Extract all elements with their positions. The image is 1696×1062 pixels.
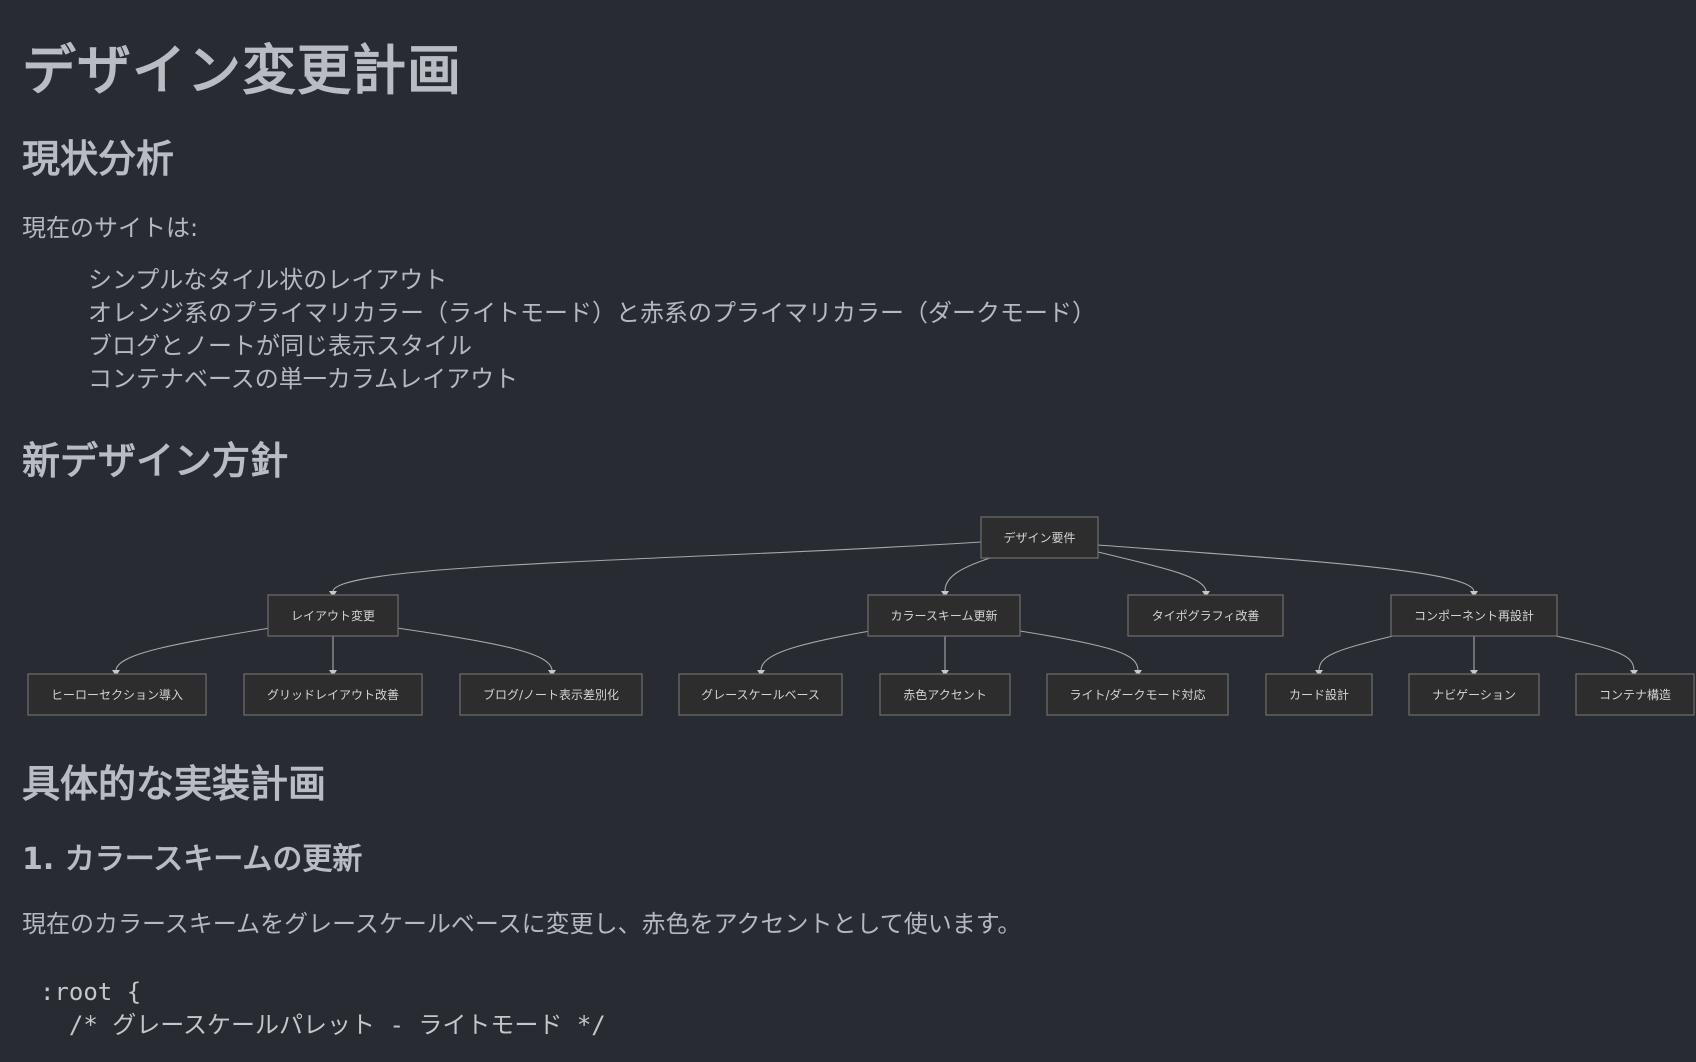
- diagram-node-branch: タイポグラフィ改善: [1127, 594, 1284, 637]
- diagram-node-leaf: グリッドレイアウト改善: [243, 673, 423, 716]
- list-item: シンプルなタイル状のレイアウト: [88, 266, 448, 294]
- code-line: :root {: [40, 978, 142, 1006]
- document: デザイン変更計画 現状分析 現在のサイトは: シンプルなタイル状のレイアウト オ…: [0, 0, 1696, 1062]
- diagram-node-branch: コンポーネント再設計: [1390, 594, 1558, 637]
- diagram-node-branch: カラースキーム更新: [867, 594, 1021, 637]
- node-label: コンテナ構造: [1599, 688, 1671, 702]
- node-label: ヒーローセクション導入: [51, 688, 183, 702]
- node-label: カラースキーム更新: [890, 608, 997, 623]
- list-item: ブログとノートが同じ表示スタイル: [88, 332, 472, 360]
- list-item: オレンジ系のプライマリカラー（ライトモード）と赤系のプライマリカラー（ダークモー…: [88, 299, 1096, 327]
- diagram-node-leaf: 赤色アクセント: [879, 673, 1011, 716]
- analysis-list: シンプルなタイル状のレイアウト オレンジ系のプライマリカラー（ライトモード）と赤…: [88, 264, 1096, 396]
- diagram-node-leaf: コンテナ構造: [1575, 673, 1695, 716]
- heading-policy: 新デザイン方針: [22, 439, 289, 483]
- node-label: タイポグラフィ改善: [1152, 608, 1260, 623]
- heading-analysis: 現状分析: [22, 137, 175, 181]
- edge: [1097, 551, 1207, 592]
- diagram-node-branch: レイアウト変更: [267, 594, 399, 637]
- node-label: ライト/ダークモード対応: [1069, 687, 1205, 702]
- code-line: /* グレースケールパレット - ライトモード */: [40, 1011, 606, 1039]
- diagram-node-leaf: グレースケールベース: [678, 673, 843, 716]
- edge: [760, 630, 871, 671]
- edge: [396, 627, 553, 671]
- design-requirements-diagram: デザイン要件 レイアウト変更 カラースキーム更新 タイポグラフィ改善 コンポーネ…: [27, 516, 1695, 716]
- edge: [1318, 635, 1394, 671]
- edge: [1555, 635, 1635, 671]
- heading-color-scheme: 1. カラースキームの更新: [22, 842, 363, 877]
- node-label: レイアウト変更: [291, 608, 375, 623]
- node-label: 赤色アクセント: [903, 688, 986, 702]
- node-label: ブログ/ノート表示差別化: [483, 687, 619, 702]
- analysis-intro: 現在のサイトは:: [22, 214, 199, 242]
- edge: [332, 541, 982, 592]
- heading-plan: 具体的な実装計画: [22, 762, 327, 806]
- diagram-node-leaf: カード設計: [1265, 673, 1373, 716]
- list-item: コンテナベースの単一カラムレイアウト: [88, 365, 519, 393]
- node-label: コンポーネント再設計: [1414, 608, 1534, 623]
- diagram-node-leaf: ライト/ダークモード対応: [1046, 673, 1229, 716]
- node-label: グレースケールベース: [701, 688, 820, 702]
- node-label: カード設計: [1289, 687, 1349, 702]
- node-label: ナビゲーション: [1432, 688, 1516, 702]
- node-label: デザイン要件: [1003, 530, 1075, 545]
- edge: [1019, 630, 1139, 671]
- diagram-node-root: デザイン要件: [980, 516, 1099, 559]
- node-label: グリッドレイアウト改善: [267, 687, 399, 702]
- code-block: :root { /* グレースケールパレット - ライトモード */: [40, 976, 606, 1042]
- page-title: デザイン変更計画: [22, 39, 462, 102]
- diagram-node-leaf: ナビゲーション: [1408, 673, 1540, 716]
- edge: [1097, 544, 1475, 592]
- diagram-node-leaf: ブログ/ノート表示差別化: [459, 673, 643, 716]
- edge: [944, 557, 991, 592]
- diagram-node-leaf: ヒーローセクション導入: [27, 673, 207, 716]
- color-scheme-text: 現在のカラースキームをグレースケールベースに変更し、赤色をアクセントとして使いま…: [22, 910, 1022, 938]
- edge: [115, 627, 271, 671]
